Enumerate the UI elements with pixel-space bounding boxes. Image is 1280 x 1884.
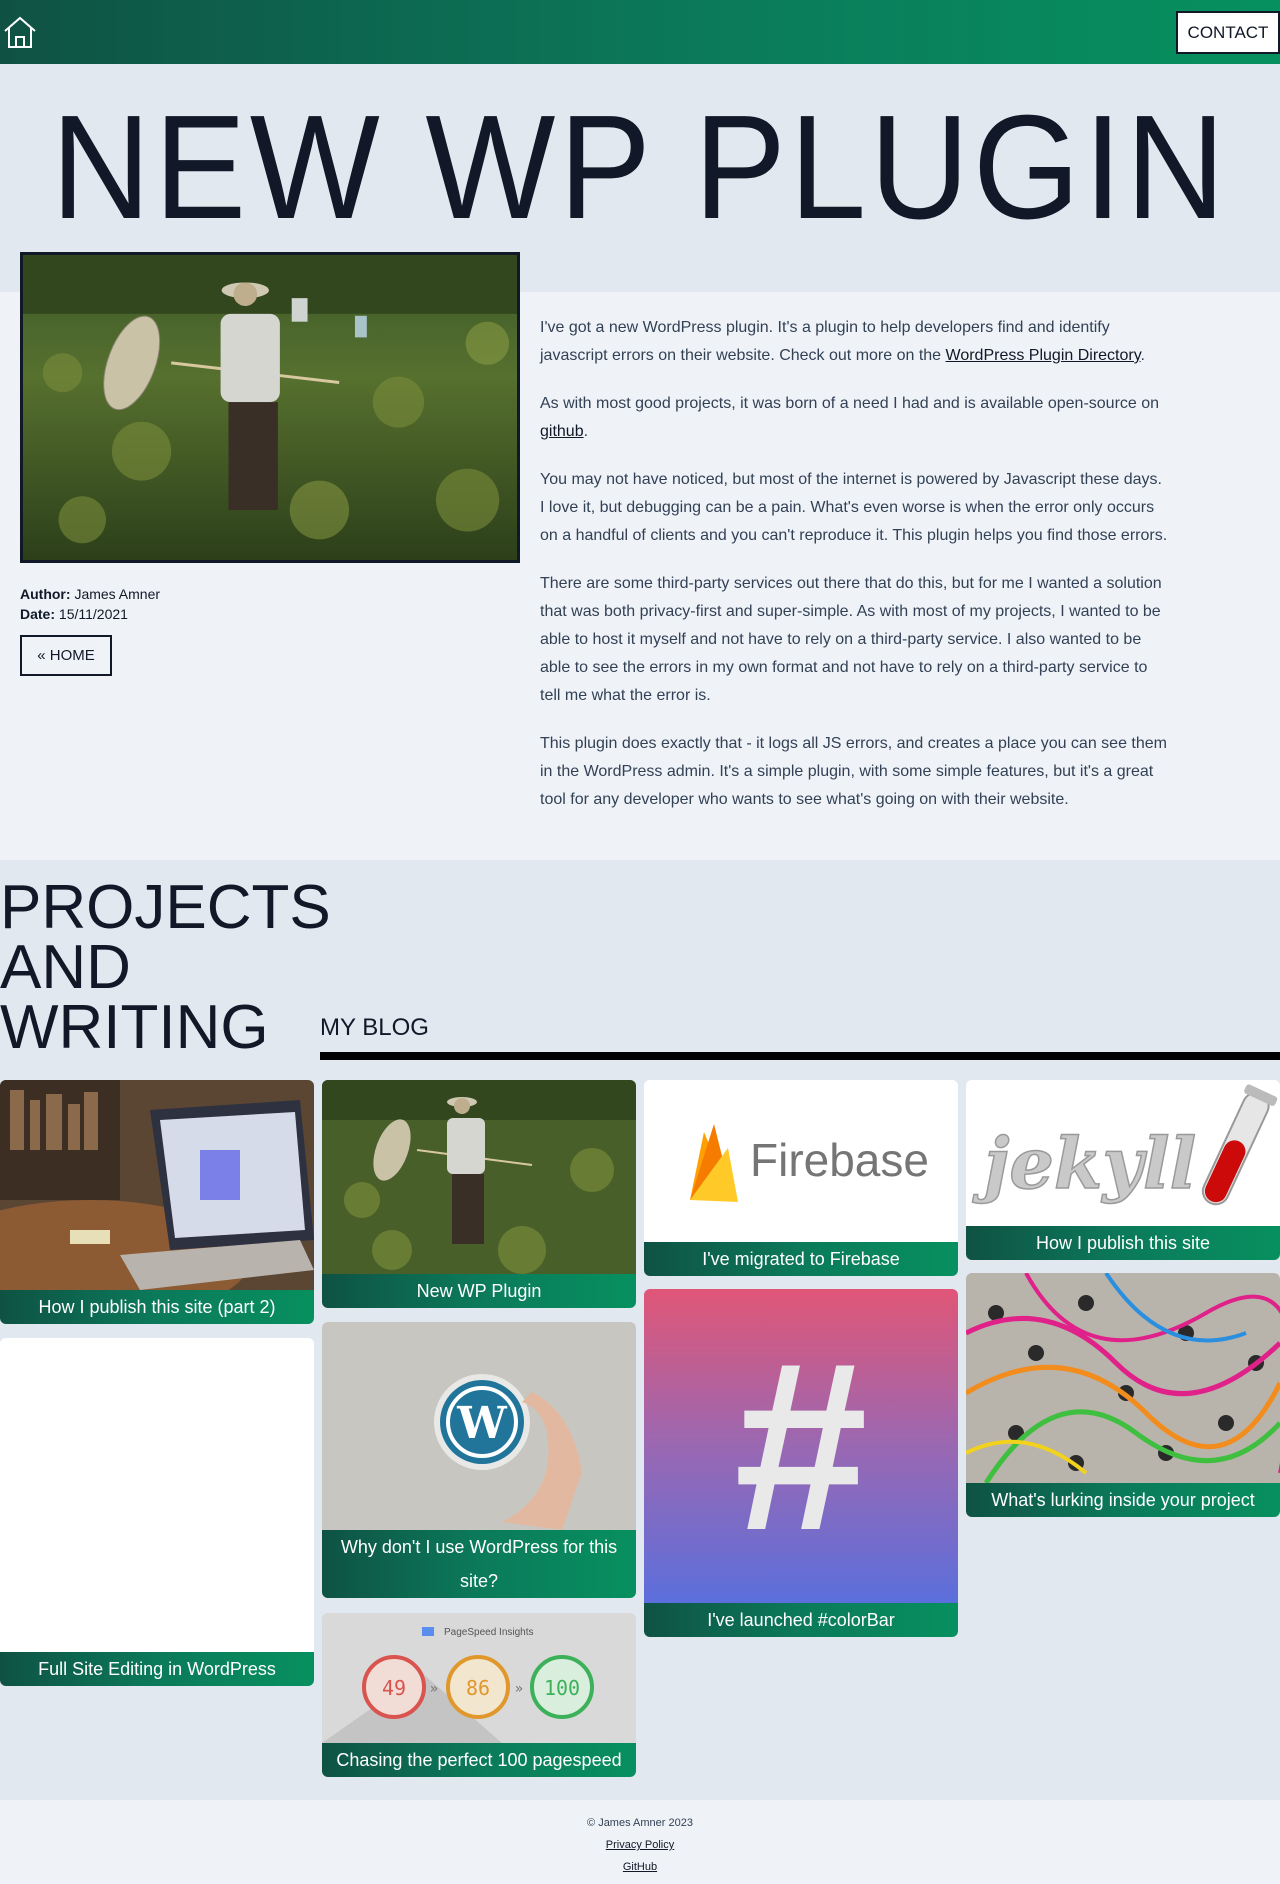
blog-card[interactable]: Firebase I've migrated to Firebase bbox=[644, 1080, 958, 1276]
card-title: What's lurking inside your project bbox=[966, 1483, 1280, 1517]
card-title: I've launched #colorBar bbox=[644, 1603, 958, 1637]
github-footer-link[interactable]: GitHub bbox=[0, 1856, 1280, 1878]
card-image-wordpress: W bbox=[322, 1322, 636, 1530]
blog-divider bbox=[320, 1052, 1280, 1060]
privacy-policy-link[interactable]: Privacy Policy bbox=[0, 1834, 1280, 1856]
blog-card[interactable]: Full Site Editing in WordPress bbox=[0, 1338, 314, 1686]
card-image-cables bbox=[966, 1273, 1280, 1483]
card-title: New WP Plugin bbox=[322, 1274, 636, 1308]
blog-heading: MY BLOG bbox=[320, 1014, 429, 1041]
card-title: Chasing the perfect 100 pagespeed bbox=[322, 1743, 636, 1777]
hash-symbol: # bbox=[734, 1312, 868, 1580]
score-86: 86 bbox=[466, 1676, 490, 1700]
github-link[interactable]: github bbox=[540, 423, 584, 440]
hero-image bbox=[20, 252, 520, 563]
wp-directory-link[interactable]: WordPress Plugin Directory bbox=[946, 347, 1141, 364]
blog-card[interactable]: How I publish this site (part 2) bbox=[0, 1080, 314, 1324]
home-icon[interactable] bbox=[2, 14, 38, 50]
card-title: How I publish this site bbox=[966, 1226, 1280, 1260]
paragraph: There are some third-party services out … bbox=[540, 575, 1162, 704]
card-title: Why don't I use WordPress for this site? bbox=[322, 1530, 636, 1598]
card-image-firebase: Firebase bbox=[644, 1080, 958, 1242]
score-49: 49 bbox=[382, 1676, 406, 1700]
card-image-colorbar: # bbox=[644, 1289, 958, 1603]
article-body: I've got a new WordPress plugin. It's a … bbox=[540, 314, 1170, 834]
svg-text:»: » bbox=[515, 1681, 524, 1697]
blog-card[interactable]: # I've launched #colorBar bbox=[644, 1289, 958, 1637]
score-100: 100 bbox=[544, 1676, 580, 1700]
card-image-field bbox=[322, 1080, 636, 1274]
card-title: I've migrated to Firebase bbox=[644, 1242, 958, 1276]
blog-card[interactable]: New WP Plugin bbox=[322, 1080, 636, 1308]
card-image-jekyll: jekyll bbox=[966, 1080, 1280, 1226]
jekyll-wordmark: jekyll bbox=[972, 1122, 1196, 1205]
page-title: NEW WP PLUGIN bbox=[51, 85, 1229, 250]
card-image-pagespeed: PageSpeed Insights 49 » 86 » 100 bbox=[322, 1613, 636, 1743]
card-image-blank bbox=[0, 1338, 314, 1652]
card-title: How I publish this site (part 2) bbox=[0, 1290, 314, 1324]
svg-text:»: » bbox=[430, 1681, 439, 1697]
card-title: Full Site Editing in WordPress bbox=[0, 1652, 314, 1686]
post-meta: Author: James Amner Date: 15/11/2021 bbox=[20, 584, 160, 624]
svg-text:W: W bbox=[456, 1398, 507, 1449]
pagespeed-label: PageSpeed Insights bbox=[444, 1627, 534, 1638]
blog-card[interactable]: PageSpeed Insights 49 » 86 » 100 Chasing… bbox=[322, 1613, 636, 1777]
projects-heading: PROJECTS AND WRITING bbox=[0, 873, 331, 1062]
paragraph: I've got a new WordPress plugin. It's a … bbox=[540, 319, 1145, 364]
back-home-button[interactable]: « HOME bbox=[20, 635, 112, 676]
blog-card[interactable]: W Why don't I use WordPress for this sit… bbox=[322, 1322, 636, 1598]
paragraph: This plugin does exactly that - it logs … bbox=[540, 735, 1167, 808]
author-label: Author: bbox=[20, 586, 71, 602]
date-label: Date: bbox=[20, 606, 56, 622]
paragraph: You may not have noticed, but most of th… bbox=[540, 471, 1168, 544]
blog-card[interactable]: jekyll How I publish this site bbox=[966, 1080, 1280, 1260]
author-name: James Amner bbox=[74, 586, 161, 602]
post-date: 15/11/2021 bbox=[58, 606, 128, 622]
blog-card[interactable]: What's lurking inside your project bbox=[966, 1273, 1280, 1517]
card-image-laptop bbox=[0, 1080, 314, 1290]
footer: © James Amner 2023 Privacy Policy GitHub bbox=[0, 1800, 1280, 1884]
contact-button[interactable]: CONTACT bbox=[1176, 11, 1280, 54]
firebase-wordmark: Firebase bbox=[750, 1134, 929, 1186]
copyright: © James Amner 2023 bbox=[587, 1817, 693, 1829]
paragraph: As with most good projects, it was born … bbox=[540, 395, 1160, 440]
top-nav: CONTACT bbox=[0, 0, 1280, 64]
